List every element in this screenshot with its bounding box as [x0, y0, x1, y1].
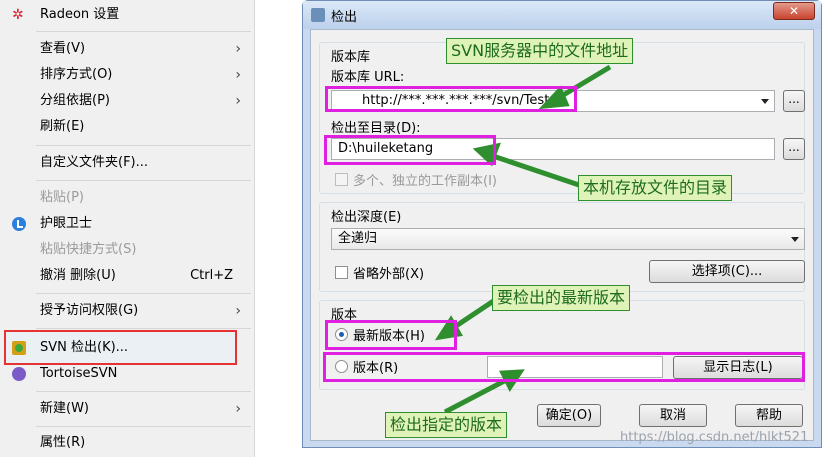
arrow-to-revision — [443, 375, 512, 415]
revision-highlight-box — [323, 352, 805, 382]
annotation-latest: 要检出的最新版本 — [492, 285, 631, 311]
annotation-specific: 检出指定的版本 — [385, 412, 508, 438]
annotation-arrows — [434, 64, 612, 415]
dir-highlight-box — [324, 135, 496, 165]
watermark: https://blog.csdn.net/hlkt521 — [620, 430, 809, 445]
url-highlight-box — [325, 86, 577, 112]
arrow-to-dir — [489, 152, 583, 189]
annotation-svn-url: SVN服务器中的文件地址 — [446, 38, 634, 64]
latest-highlight-box — [325, 320, 457, 350]
annotation-local-dir: 本机存放文件的目录 — [578, 175, 733, 201]
